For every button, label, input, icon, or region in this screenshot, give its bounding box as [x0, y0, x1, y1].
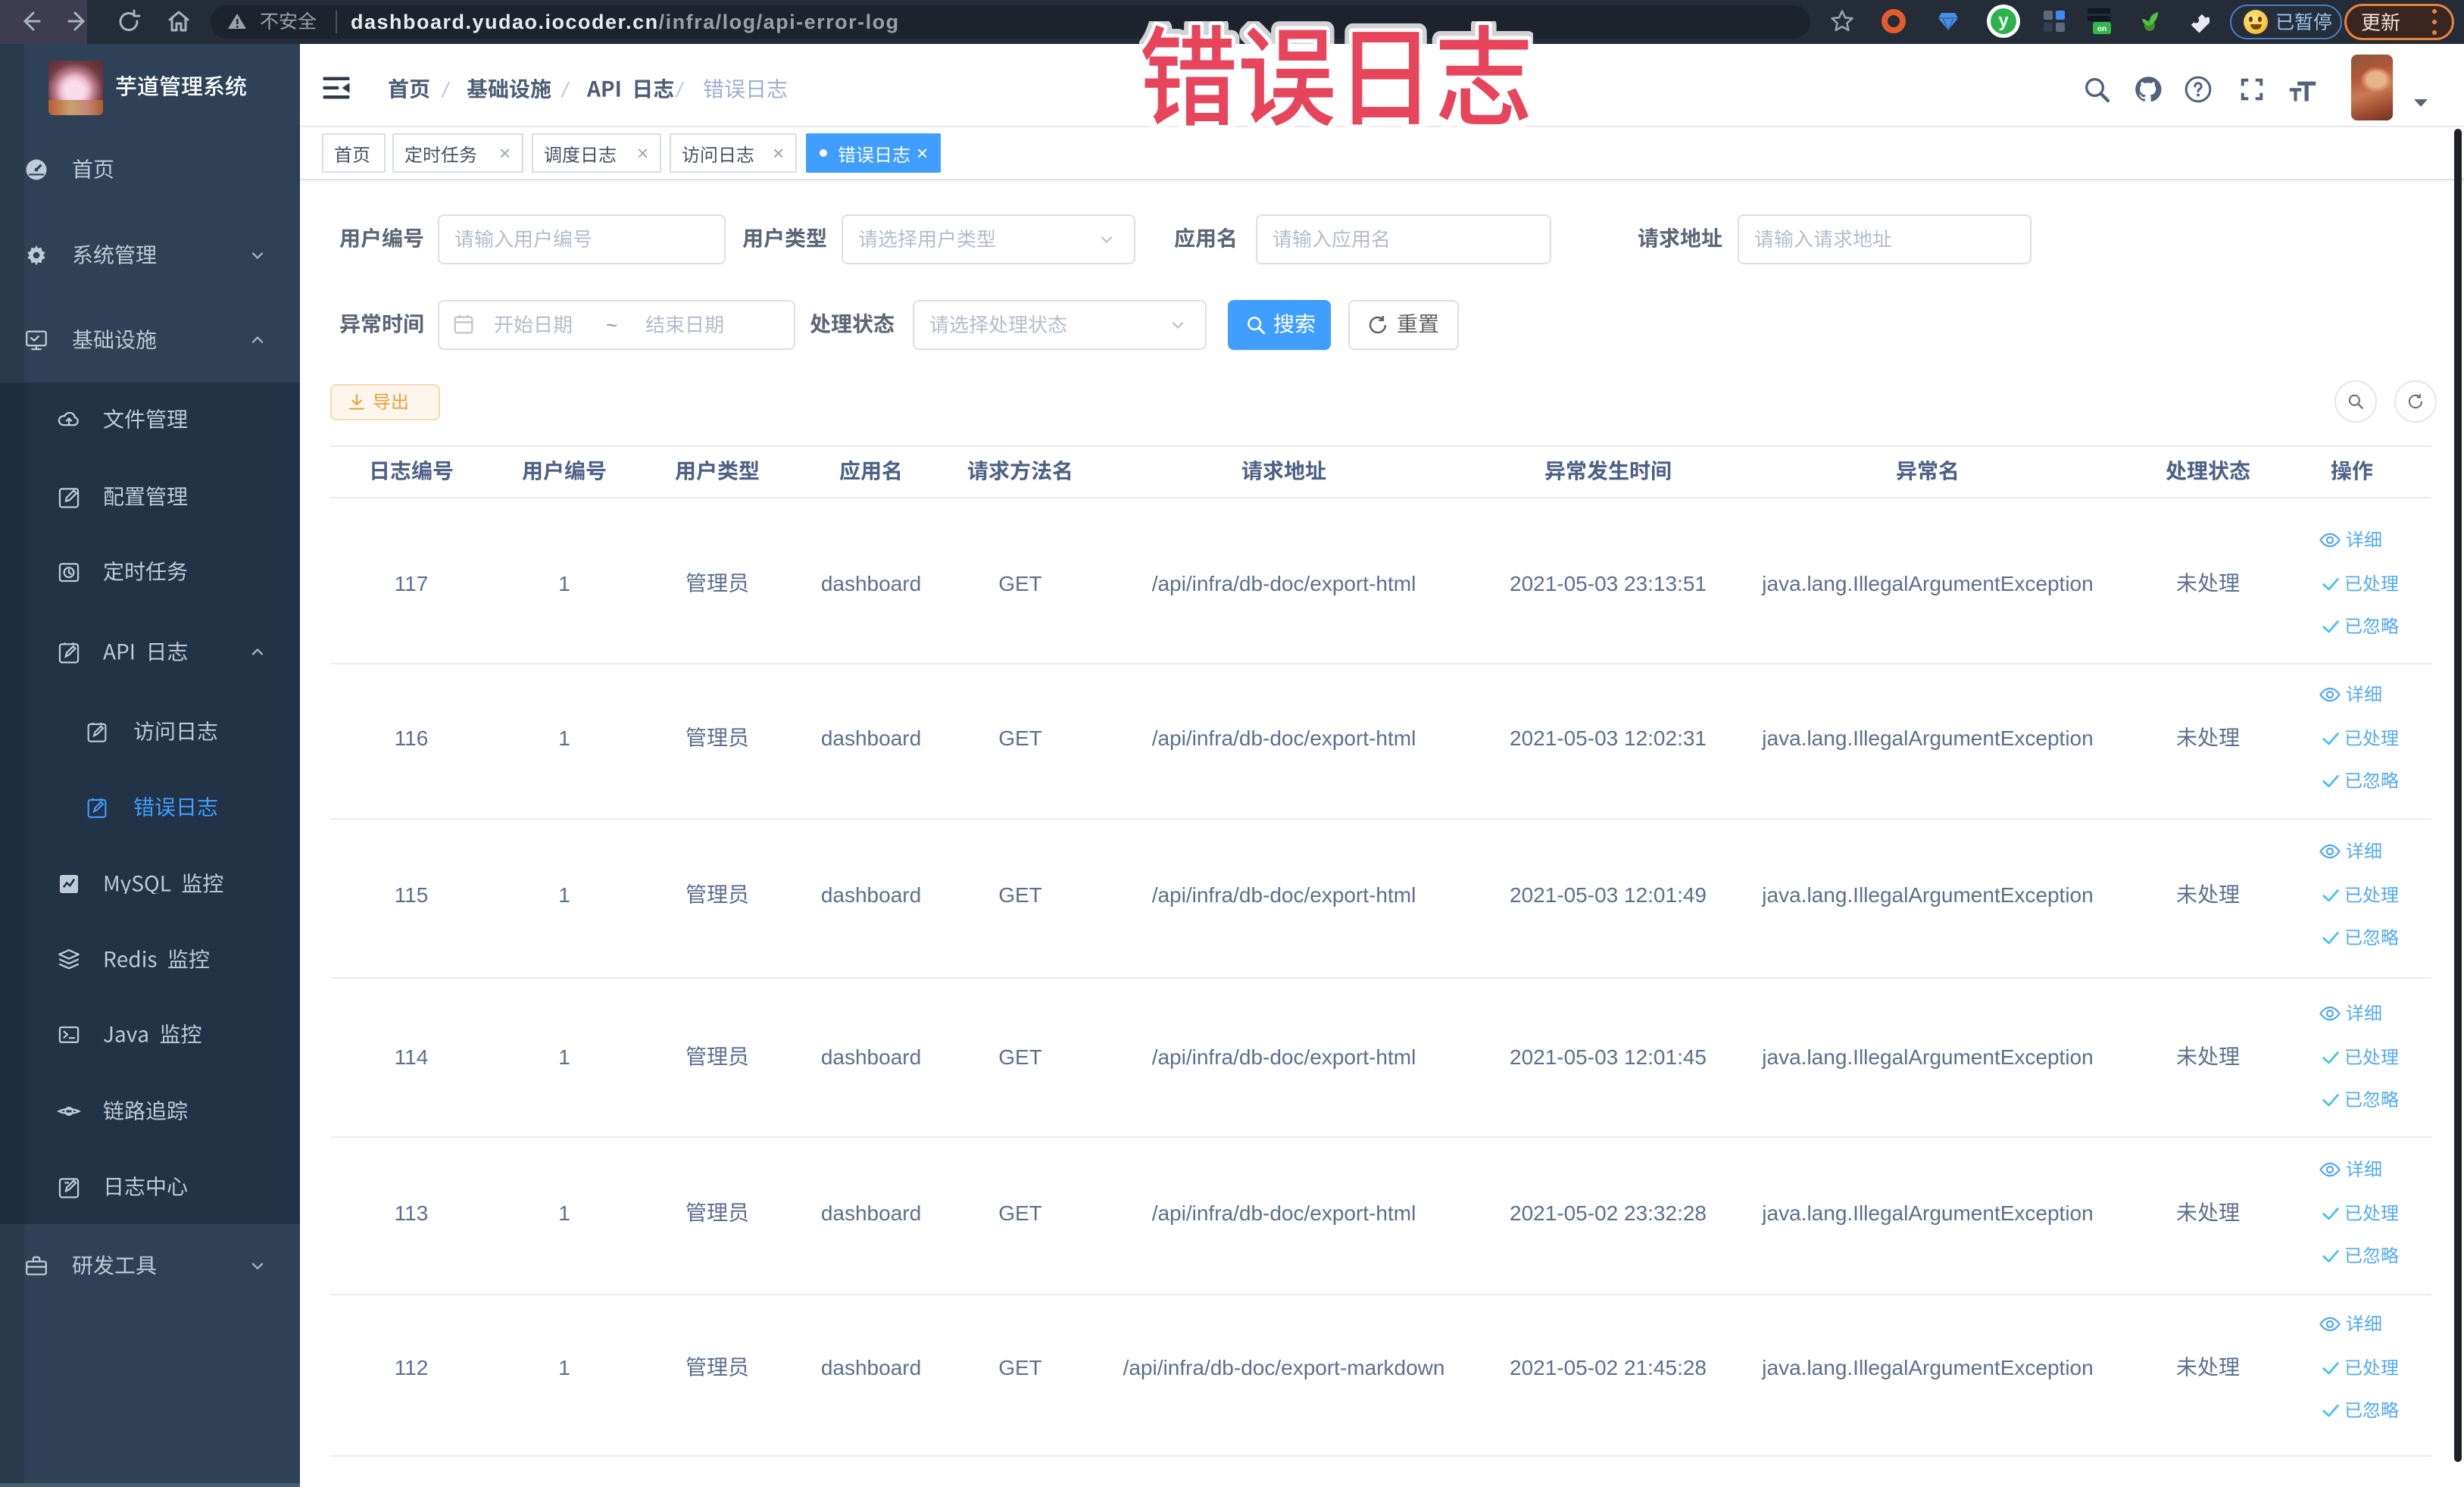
- svg-text:on: on: [2097, 25, 2106, 33]
